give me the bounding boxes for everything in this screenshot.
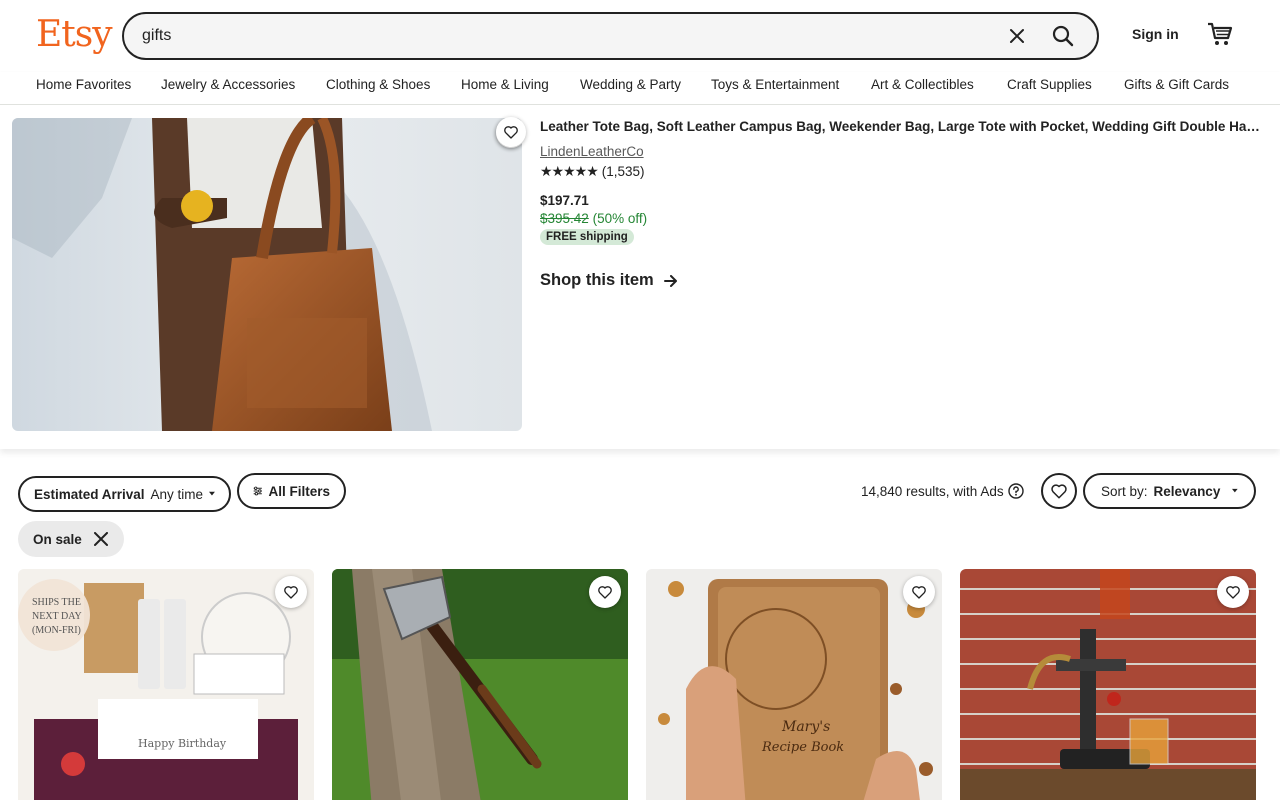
on-sale-label: On sale — [33, 531, 82, 547]
sort-dropdown[interactable]: Sort by: Relevancy — [1083, 473, 1256, 509]
filter-sliders-icon — [253, 486, 262, 496]
featured-listing-image[interactable] — [12, 118, 522, 431]
sort-label: Sort by: — [1101, 483, 1148, 499]
featured-listing: Leather Tote Bag, Soft Leather Campus Ba… — [0, 105, 1280, 449]
listing-card[interactable] — [960, 569, 1256, 800]
review-count: (1,535) — [601, 164, 645, 179]
engraving-line1: Mary's — [781, 719, 830, 735]
favorite-heart-icon[interactable] — [1217, 576, 1249, 608]
star-rating-icon: ★★★★★ — [540, 163, 599, 179]
favorite-heart-icon[interactable] — [589, 576, 621, 608]
favorite-heart-icon[interactable] — [275, 576, 307, 608]
listing-card[interactable]: Mary's Recipe Book — [646, 569, 942, 800]
favorite-heart-icon[interactable] — [903, 576, 935, 608]
free-shipping-badge: FREE shipping — [540, 229, 634, 245]
discount-percent: (50% off) — [592, 211, 648, 226]
caret-down-icon — [1232, 488, 1238, 493]
heart-icon — [1051, 484, 1067, 499]
help-icon[interactable] — [1007, 483, 1024, 499]
estimated-arrival-value: Any time — [150, 486, 204, 502]
listing-image[interactable]: Happy Birthday SHIPS THE NEXT DAY (MON-F… — [18, 569, 314, 800]
original-price-value: $395.42 — [540, 211, 589, 226]
shop-this-item-label: Shop this item — [540, 271, 654, 289]
nav-gifts-gift-cards[interactable]: Gifts & Gift Cards — [1124, 77, 1229, 92]
listing-rating: ★★★★★ (1,535) — [540, 163, 645, 180]
site-header: Etsy Sign in — [0, 0, 1280, 72]
nav-art-collectibles[interactable]: Art & Collectibles — [871, 77, 974, 92]
sale-price: $197.71 — [540, 193, 589, 208]
remove-filter-icon[interactable] — [93, 532, 108, 546]
engraving-line2: Recipe Book — [761, 740, 844, 755]
etsy-logo[interactable]: Etsy — [36, 14, 113, 55]
save-search-button[interactable] — [1041, 473, 1077, 509]
all-filters-button[interactable]: All Filters — [237, 473, 346, 509]
nav-craft-supplies[interactable]: Craft Supplies — [1007, 77, 1092, 92]
nav-wedding-party[interactable]: Wedding & Party — [580, 77, 681, 92]
clear-search-icon[interactable] — [1002, 21, 1032, 51]
results-count: 14,840 results, with Ads — [861, 483, 1024, 499]
sort-value: Relevancy — [1153, 483, 1221, 499]
listing-title[interactable]: Leather Tote Bag, Soft Leather Campus Ba… — [540, 119, 1262, 134]
search-input[interactable] — [142, 24, 982, 48]
nav-jewelry-accessories[interactable]: Jewelry & Accessories — [161, 77, 295, 92]
svg-text:Happy Birthday: Happy Birthday — [138, 737, 227, 750]
search-bar[interactable] — [122, 12, 1099, 60]
sign-in-link[interactable]: Sign in — [1132, 26, 1179, 42]
nav-home-living[interactable]: Home & Living — [461, 77, 549, 92]
original-price: $395.42 (50% off) — [540, 211, 647, 226]
all-filters-label: All Filters — [268, 483, 330, 499]
arrow-right-icon — [663, 274, 677, 287]
ships-badge-line3: (MON-FRI) — [32, 625, 81, 636]
cart-icon[interactable] — [1206, 20, 1234, 48]
listing-image[interactable]: Mary's Recipe Book — [646, 569, 942, 800]
listing-card[interactable]: Happy Birthday SHIPS THE NEXT DAY (MON-F… — [18, 569, 314, 800]
nav-home-favorites[interactable]: Home Favorites — [36, 77, 131, 92]
shop-this-item-link[interactable]: Shop this item — [540, 271, 678, 290]
ships-badge-line2: NEXT DAY — [32, 611, 82, 622]
category-nav: Home Favorites Jewelry & Accessories Clo… — [0, 72, 1280, 105]
shop-name-link[interactable]: LindenLeatherCo — [540, 144, 644, 159]
estimated-arrival-dropdown[interactable]: Estimated Arrival Any time — [18, 476, 231, 512]
estimated-arrival-label: Estimated Arrival — [34, 486, 145, 502]
search-icon[interactable] — [1046, 19, 1080, 53]
nav-clothing-shoes[interactable]: Clothing & Shoes — [326, 77, 430, 92]
favorite-heart-icon[interactable] — [496, 117, 526, 147]
listing-image[interactable] — [332, 569, 628, 800]
ships-badge-line1: SHIPS THE — [32, 597, 81, 608]
results-count-label: 14,840 results, with Ads — [861, 483, 1004, 499]
on-sale-filter-chip[interactable]: On sale — [18, 521, 124, 557]
caret-down-icon — [209, 491, 215, 496]
listing-image[interactable] — [960, 569, 1256, 800]
nav-toys-entertainment[interactable]: Toys & Entertainment — [711, 77, 839, 92]
listing-card[interactable] — [332, 569, 628, 800]
